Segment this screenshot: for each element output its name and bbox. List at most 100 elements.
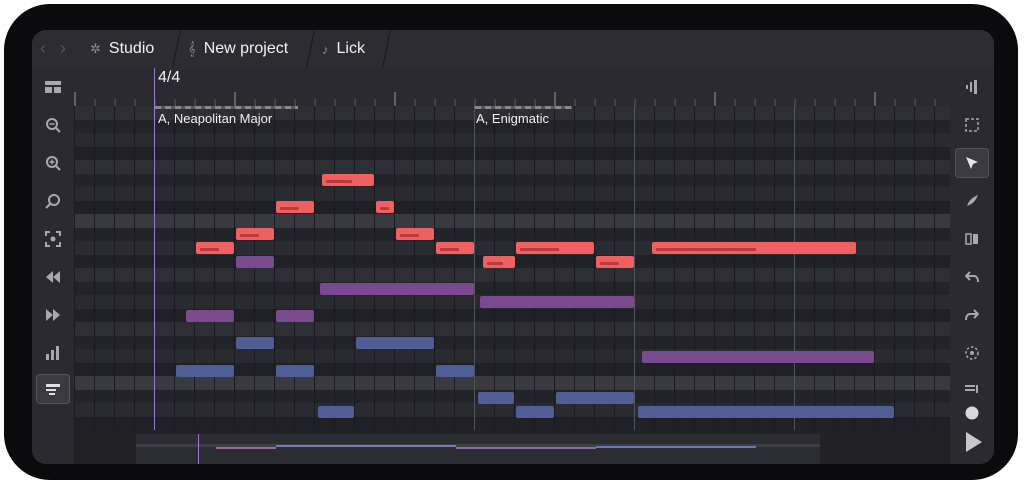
grid-line xyxy=(194,106,195,430)
ruler-ticks xyxy=(74,92,936,106)
pitch-row xyxy=(74,173,950,187)
grid-line xyxy=(834,106,835,430)
overview-bar[interactable] xyxy=(74,430,950,464)
rewind-icon[interactable] xyxy=(36,262,70,292)
focus-icon[interactable] xyxy=(36,224,70,254)
grid-line xyxy=(494,106,495,430)
left-toolbar xyxy=(32,68,74,464)
chords-icon[interactable] xyxy=(36,374,70,404)
velocity-tail xyxy=(600,262,619,265)
undo-icon[interactable] xyxy=(955,262,989,292)
grid-line xyxy=(794,106,795,430)
grid-line xyxy=(474,106,475,430)
play-icon xyxy=(966,432,982,452)
midi-note[interactable] xyxy=(186,310,234,322)
midi-note[interactable] xyxy=(483,256,515,268)
midi-note[interactable] xyxy=(436,365,474,377)
redo-icon[interactable] xyxy=(955,300,989,330)
midi-note[interactable] xyxy=(276,310,314,322)
midi-note[interactable] xyxy=(236,337,274,349)
grid-line xyxy=(254,106,255,430)
pitch-row xyxy=(74,416,950,430)
midi-note[interactable] xyxy=(396,228,434,240)
pitch-row xyxy=(74,187,950,201)
treble-clef-icon: 𝄞 xyxy=(188,41,196,56)
velocity-tail xyxy=(400,234,419,237)
pitch-row xyxy=(74,214,950,228)
pitch-row xyxy=(74,160,950,174)
split-icon[interactable] xyxy=(955,224,989,254)
midi-note[interactable] xyxy=(480,296,634,308)
pitch-row xyxy=(74,146,950,160)
overview-minimap xyxy=(136,434,820,464)
timeline-ruler[interactable]: 4/4 xyxy=(74,68,950,106)
grid-line xyxy=(554,106,555,430)
breadcrumb-label: Studio xyxy=(108,40,155,57)
pitch-row xyxy=(74,133,950,147)
grid-line xyxy=(314,106,315,430)
grid-line xyxy=(74,106,75,430)
midi-note[interactable] xyxy=(478,392,514,404)
grid-line xyxy=(574,106,575,430)
piano-roll-grid[interactable]: A, Neapolitan Major A, Enigmatic xyxy=(74,106,950,430)
midi-note[interactable] xyxy=(276,201,314,213)
velocity-icon[interactable] xyxy=(36,338,70,368)
pitch-row xyxy=(74,268,950,282)
velocity-tail xyxy=(380,207,389,210)
midi-note[interactable] xyxy=(318,406,354,418)
zoom-in-icon[interactable] xyxy=(36,148,70,178)
pointer-icon[interactable] xyxy=(955,148,989,178)
grid-line xyxy=(814,106,815,430)
play-button[interactable] xyxy=(950,420,994,464)
midi-note[interactable] xyxy=(322,174,374,186)
snap-icon[interactable] xyxy=(955,338,989,368)
midi-note[interactable] xyxy=(516,406,554,418)
scale-marker xyxy=(475,106,572,109)
velocity-tail xyxy=(520,248,559,251)
grid-line xyxy=(294,106,295,430)
playhead[interactable] xyxy=(154,68,155,464)
track-icon[interactable] xyxy=(955,72,989,102)
midi-note[interactable] xyxy=(436,242,474,254)
midi-note[interactable] xyxy=(642,351,874,363)
grid-line xyxy=(674,106,675,430)
overview-window[interactable] xyxy=(136,434,820,464)
zoom-out-icon[interactable] xyxy=(36,110,70,140)
midi-note[interactable] xyxy=(652,242,856,254)
grid-line xyxy=(774,106,775,430)
midi-note[interactable] xyxy=(556,392,634,404)
midi-note[interactable] xyxy=(596,256,634,268)
grid-line xyxy=(374,106,375,430)
back-arrow-icon[interactable]: ‹ xyxy=(40,38,46,59)
midi-note[interactable] xyxy=(638,406,894,418)
pitch-row xyxy=(74,322,950,336)
midi-note[interactable] xyxy=(176,365,234,377)
grid-line xyxy=(894,106,895,430)
breadcrumb-lick[interactable]: ♪ Lick xyxy=(322,30,365,68)
midi-note[interactable] xyxy=(516,242,594,254)
midi-note[interactable] xyxy=(320,283,474,295)
breadcrumb-label: New project xyxy=(203,40,289,57)
layout-icon[interactable] xyxy=(36,72,70,102)
pen-icon[interactable] xyxy=(955,186,989,216)
grid-line xyxy=(134,106,135,430)
grid-line xyxy=(454,106,455,430)
midi-note[interactable] xyxy=(356,337,434,349)
select-region-icon[interactable] xyxy=(955,110,989,140)
grid-line xyxy=(934,106,935,430)
midi-note[interactable] xyxy=(196,242,234,254)
right-toolbar xyxy=(950,68,994,464)
grid-line xyxy=(214,106,215,430)
zoom-fit-icon[interactable] xyxy=(36,186,70,216)
midi-note[interactable] xyxy=(376,201,394,213)
midi-note[interactable] xyxy=(236,256,274,268)
grid-line xyxy=(534,106,535,430)
midi-note[interactable] xyxy=(276,365,314,377)
grid-line xyxy=(854,106,855,430)
top-bar: ‹ › ✲ Studio 𝄞 New project ♪ Lick xyxy=(32,30,994,68)
fast-forward-icon[interactable] xyxy=(36,300,70,330)
midi-note[interactable] xyxy=(236,228,274,240)
breadcrumb-project[interactable]: 𝄞 New project xyxy=(188,30,288,68)
forward-arrow-icon[interactable]: › xyxy=(60,38,66,59)
breadcrumb-studio[interactable]: ✲ Studio xyxy=(90,30,154,68)
